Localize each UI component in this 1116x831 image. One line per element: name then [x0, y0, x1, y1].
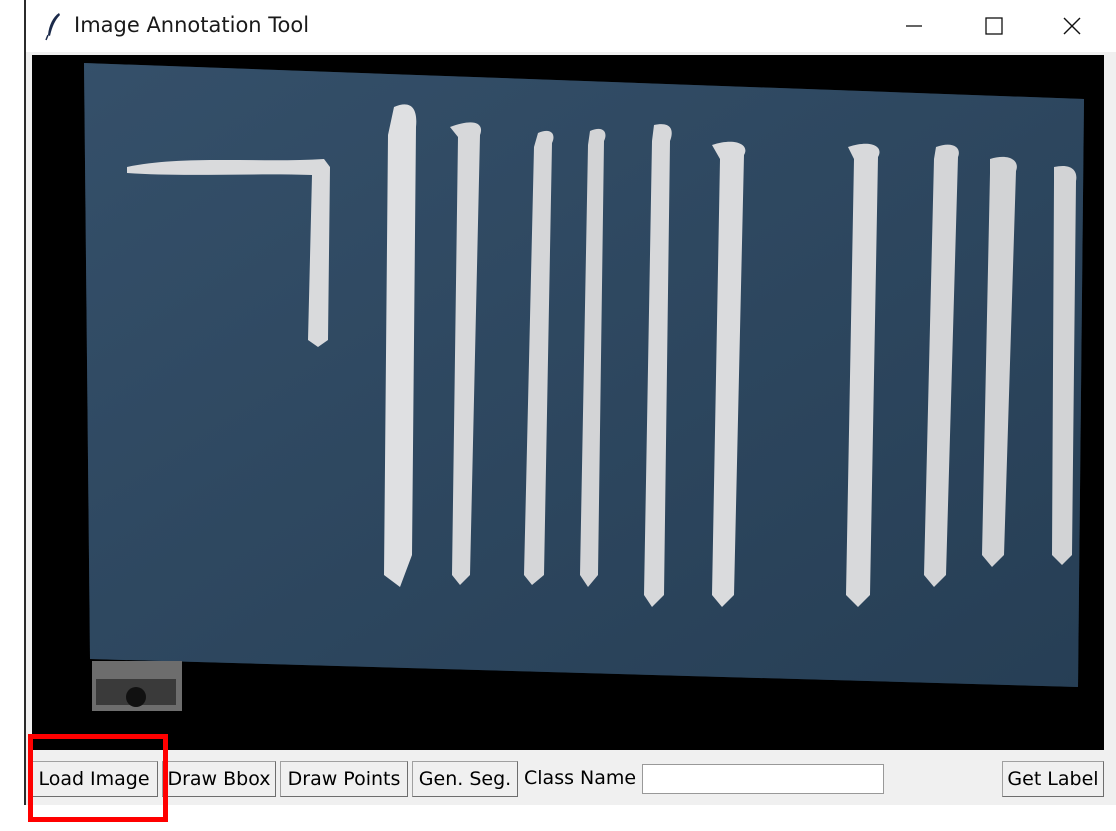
toolbar: Load Image Draw Bbox Draw Points Gen. Se… [26, 757, 1116, 801]
class-name-input[interactable] [642, 764, 884, 794]
close-icon [1052, 17, 1092, 48]
draw-points-button[interactable]: Draw Points [280, 761, 408, 797]
get-label-button[interactable]: Get Label [1002, 761, 1104, 797]
maximize-button[interactable] [974, 8, 1014, 44]
class-name-label: Class Name [524, 767, 637, 789]
loaded-image [32, 55, 1104, 750]
minimize-button[interactable] [894, 8, 934, 44]
minimize-icon [894, 25, 934, 48]
gen-seg-button[interactable]: Gen. Seg. [412, 761, 518, 797]
maximize-icon [974, 17, 1014, 48]
app-window: Image Annotation Tool Load Image Draw Bb… [24, 0, 1116, 805]
title-bar[interactable]: Image Annotation Tool [26, 0, 1116, 52]
feather-icon [44, 11, 64, 41]
close-button[interactable] [1052, 8, 1092, 44]
draw-bbox-button[interactable]: Draw Bbox [162, 761, 276, 797]
highlight-box [28, 734, 168, 822]
image-canvas[interactable] [32, 55, 1104, 750]
window-title: Image Annotation Tool [74, 13, 310, 37]
